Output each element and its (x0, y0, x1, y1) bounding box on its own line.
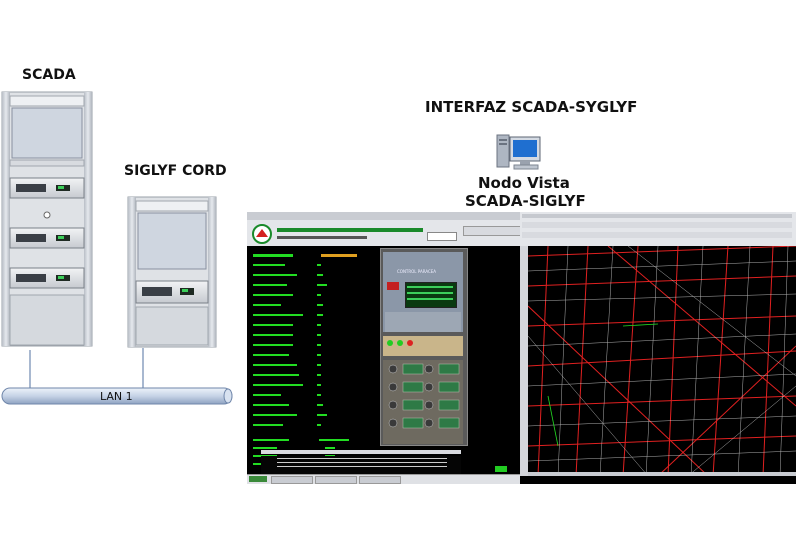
nodo-scada-siglyf-label: SCADA-SIGLYF (465, 192, 586, 210)
interfaz-title: INTERFAZ SCADA-SYGLYF (425, 98, 638, 116)
siglyf-cord-server-rack (127, 196, 217, 348)
scada-hmi-screenshot: CONTROL PARACEA (247, 212, 520, 484)
gis-street-map (528, 246, 796, 476)
scada-label: SCADA (22, 67, 76, 83)
control-panel-label: CONTROL PARACEA (397, 269, 437, 274)
computer-icon (496, 134, 541, 170)
company-logo (252, 224, 272, 244)
nodo-vista-label: Nodo Vista (478, 174, 570, 192)
lan-label: LAN 1 (100, 390, 133, 403)
breaker-grid (383, 360, 463, 444)
gis-map-screenshot (520, 212, 796, 484)
siglyf-cord-label: SIGLYF CORD (124, 163, 227, 179)
scada-server-rack (1, 91, 93, 347)
scada-status-list (253, 254, 357, 426)
